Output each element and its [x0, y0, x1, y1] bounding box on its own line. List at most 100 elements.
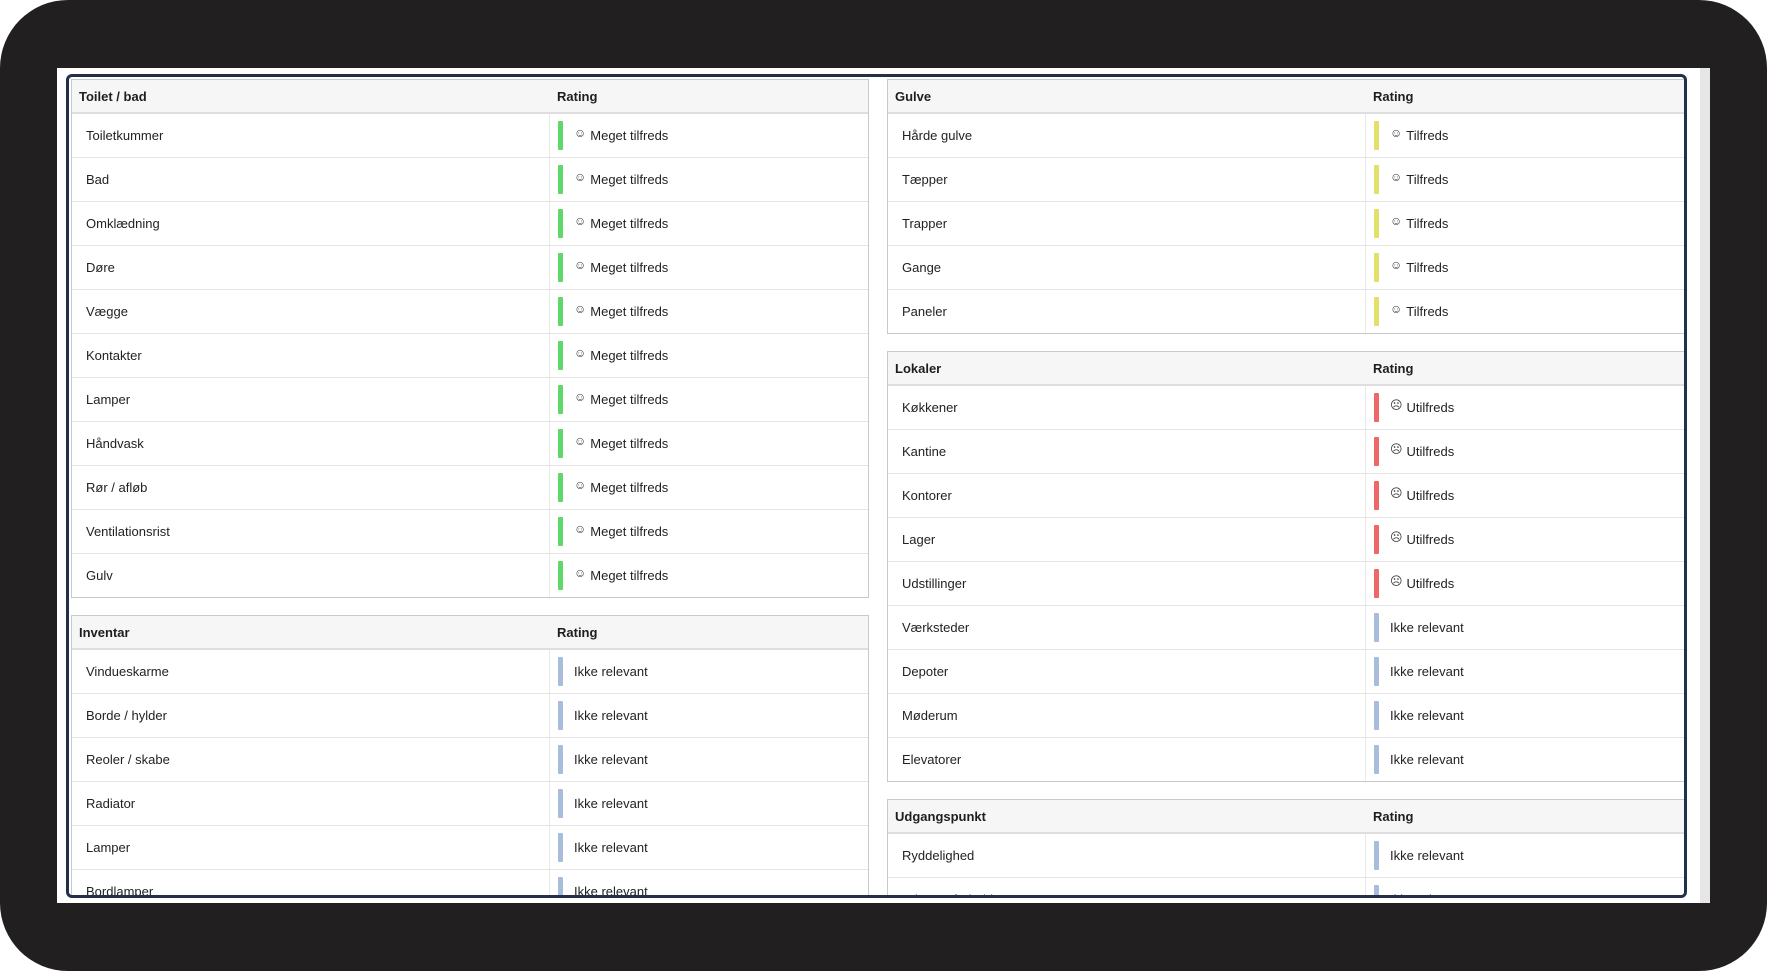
rating-color-bar [1374, 701, 1379, 730]
scrollbar-track[interactable] [1700, 68, 1710, 903]
smiley-happy-icon: ☺ [574, 433, 587, 448]
rating-color-bar [558, 877, 563, 895]
item-name: Toiletkummer [72, 114, 550, 157]
rating-cell: ☹ Utilfreds [1366, 386, 1684, 429]
smiley-happy-icon: ☺ [1390, 257, 1403, 272]
rating-color-bar [1374, 481, 1379, 510]
rating-color-bar [1374, 885, 1379, 895]
rating-label: Utilfreds [1406, 576, 1455, 591]
rating-label: Tilfreds [1406, 260, 1449, 275]
rating-label: Ikke relevant [1390, 620, 1464, 635]
rating-color-bar [1374, 165, 1379, 194]
rating-label: Ikke relevant [574, 708, 648, 723]
rating-cell: ☹ Utilfreds [1366, 518, 1684, 561]
rating-color-bar [558, 561, 563, 590]
item-name: Ryddelighed [888, 834, 1366, 877]
smiley-happy-icon: ☺ [574, 213, 587, 228]
table-row: Adgangsforhold Ikke relevant [888, 878, 1684, 895]
right-column: Gulve Rating Hårde gulve ☺ Tilfreds Tæpper ☺ Ti… [887, 79, 1684, 895]
rating-cell: Ikke relevant [550, 738, 868, 781]
table-row: Tæpper ☺ Tilfreds [888, 158, 1684, 202]
rating-cell: ☹ Utilfreds [1366, 474, 1684, 517]
item-name: Kantine [888, 430, 1366, 473]
rating-label: Meget tilfreds [590, 260, 669, 275]
smiley-sad-icon: ☹ [1390, 485, 1403, 500]
item-name: Værksteder [888, 606, 1366, 649]
rating-cell: ☺ Tilfreds [1366, 158, 1684, 201]
item-name: Lamper [72, 826, 550, 869]
rating-cell: Ikke relevant [1366, 606, 1684, 649]
section-title: Inventar [79, 624, 130, 640]
table-row: Vindueskarme Ikke relevant [72, 650, 868, 694]
rating-label: Tilfreds [1406, 216, 1449, 231]
rating-column-header: Rating [557, 88, 598, 104]
smiley-happy-icon: ☺ [574, 389, 587, 404]
rating-cell: Ikke relevant [550, 782, 868, 825]
smiley-happy-icon: ☺ [1390, 213, 1403, 228]
table-row: Gulv ☺ Meget tilfreds [72, 554, 868, 597]
section-title: Lokaler [895, 360, 942, 376]
smiley-sad-icon: ☹ [1390, 441, 1403, 456]
table-row: Lamper ☺ Meget tilfreds [72, 378, 868, 422]
rating-color-bar [1374, 569, 1379, 598]
table-header: Udgangspunkt Rating [888, 800, 1684, 834]
rating-table-lokaler: Lokaler Rating Køkkener ☹ Utilfreds Kantine ☹ U… [887, 351, 1684, 782]
rating-cell: Ikke relevant [550, 694, 868, 737]
rating-column-header: Rating [1373, 88, 1414, 104]
rating-color-bar [558, 385, 563, 414]
report-frame: Toilet / bad Rating Toiletkummer ☺ Meget til… [66, 74, 1687, 898]
rating-color-bar [1374, 209, 1379, 238]
section-title: Toilet / bad [79, 88, 147, 104]
rating-color-bar [1374, 437, 1379, 466]
item-name: Radiator [72, 782, 550, 825]
rating-label: Meget tilfreds [590, 348, 669, 363]
rating-cell: Ikke relevant [550, 870, 868, 898]
rating-color-bar [558, 341, 563, 370]
rating-label: Ikke relevant [574, 752, 648, 767]
rating-label: Meget tilfreds [590, 480, 669, 495]
rating-label: Meget tilfreds [590, 304, 669, 319]
smiley-sad-icon: ☹ [1390, 573, 1403, 588]
rating-label: Meget tilfreds [590, 216, 669, 231]
table-row: Værksteder Ikke relevant [888, 606, 1684, 650]
rating-label: Tilfreds [1406, 128, 1449, 143]
item-name: Reoler / skabe [72, 738, 550, 781]
smiley-happy-icon: ☺ [1390, 169, 1403, 184]
rating-color-bar [1374, 121, 1379, 150]
rating-color-bar [558, 745, 563, 774]
smiley-happy-icon: ☺ [574, 477, 587, 492]
rating-label: Ikke relevant [1390, 892, 1464, 895]
item-name: Omklædning [72, 202, 550, 245]
rating-column-header: Rating [1373, 808, 1414, 824]
rating-table-inventar: Inventar Rating Vindueskarme Ikke relevant B… [71, 615, 869, 898]
rating-label: Ikke relevant [1390, 848, 1464, 863]
rating-cell: ☺ Meget tilfreds [550, 422, 868, 465]
smiley-happy-icon: ☺ [574, 565, 587, 580]
rating-cell: Ikke relevant [1366, 694, 1684, 737]
rating-label: Ikke relevant [574, 884, 648, 898]
rating-color-bar [558, 657, 563, 686]
rating-color-bar [1374, 613, 1379, 642]
table-row: Omklædning ☺ Meget tilfreds [72, 202, 868, 246]
table-row: Elevatorer Ikke relevant [888, 738, 1684, 781]
section-title: Gulve [895, 88, 932, 104]
rating-cell: ☺ Meget tilfreds [550, 202, 868, 245]
rating-label: Tilfreds [1406, 172, 1449, 187]
rating-table-toilet-bad: Toilet / bad Rating Toiletkummer ☺ Meget til… [71, 79, 869, 598]
rating-label: Meget tilfreds [590, 568, 669, 583]
rating-label: Ikke relevant [574, 840, 648, 855]
item-name: Hårde gulve [888, 114, 1366, 157]
item-name: Trapper [888, 202, 1366, 245]
rating-label: Meget tilfreds [590, 128, 669, 143]
rating-label: Meget tilfreds [590, 392, 669, 407]
rating-cell: ☺ Meget tilfreds [550, 378, 868, 421]
rating-color-bar [558, 517, 563, 546]
table-row: Kontakter ☺ Meget tilfreds [72, 334, 868, 378]
rating-cell: Ikke relevant [1366, 878, 1684, 895]
item-name: Døre [72, 246, 550, 289]
item-name: Udstillinger [888, 562, 1366, 605]
table-row: Håndvask ☺ Meget tilfreds [72, 422, 868, 466]
item-name: Rør / afløb [72, 466, 550, 509]
smiley-happy-icon: ☺ [574, 169, 587, 184]
item-name: Gange [888, 246, 1366, 289]
